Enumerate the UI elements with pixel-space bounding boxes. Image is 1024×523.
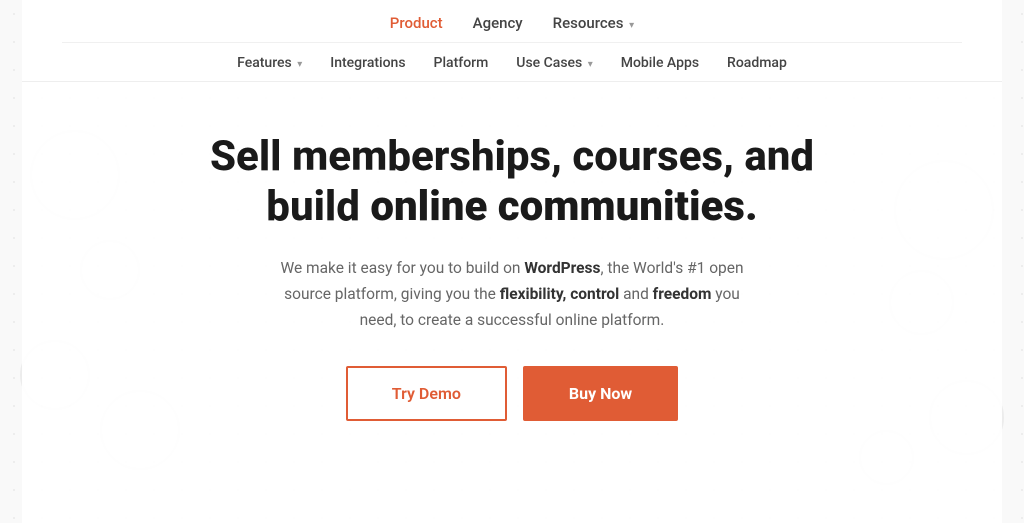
nav-resources[interactable]: Resources ▾ [553,14,635,32]
subtitle-freedom: freedom [653,285,712,303]
nav-features[interactable]: Features ▾ [237,55,302,71]
nav-bottom-row: Features ▾ Integrations Platform Use Cas… [62,43,962,81]
subtitle-flexibility: flexibility, control [500,285,620,303]
nav-roadmap[interactable]: Roadmap [727,55,787,71]
chevron-down-icon: ▾ [588,59,593,70]
nav-agency[interactable]: Agency [473,14,523,32]
hero-title-line1: Sell memberships, courses, and [210,132,814,181]
nav-platform[interactable]: Platform [434,55,489,71]
chevron-down-icon: ▾ [297,59,302,70]
hero-title: Sell memberships, courses, and build onl… [142,132,882,233]
try-demo-button[interactable]: Try Demo [346,366,507,421]
subtitle-wordpress: WordPress [524,259,600,277]
navigation: Product Agency Resources ▾ Features ▾ In… [22,0,1002,82]
hero-title-line2-bold: online communities. [370,182,757,231]
hero-section: Sell memberships, courses, and build onl… [22,82,1002,461]
main-container: Product Agency Resources ▾ Features ▾ In… [22,0,1002,523]
subtitle-text1: We make it easy for you to build on [280,259,524,277]
nav-integrations[interactable]: Integrations [330,55,405,71]
button-group: Try Demo Buy Now [142,366,882,421]
subtitle-text3: and [619,285,652,303]
chevron-down-icon: ▾ [629,20,634,31]
nav-mobile-apps[interactable]: Mobile Apps [621,55,699,71]
nav-product[interactable]: Product [390,14,443,32]
hero-title-line2-normal: build [266,182,370,231]
nav-use-cases[interactable]: Use Cases ▾ [516,55,592,71]
nav-top-row: Product Agency Resources ▾ [62,0,962,43]
hero-subtitle: We make it easy for you to build on Word… [272,255,752,334]
buy-now-button[interactable]: Buy Now [523,366,678,421]
